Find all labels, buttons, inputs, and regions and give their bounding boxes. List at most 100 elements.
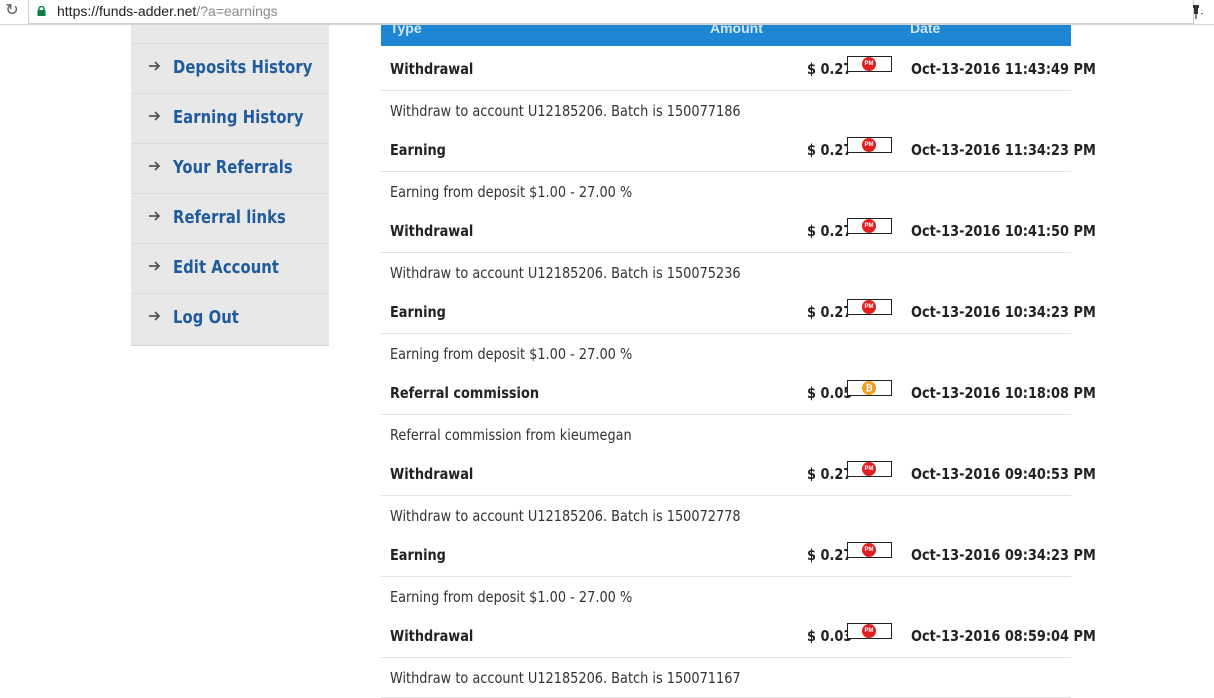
payment-method-code: PM: [864, 142, 874, 148]
transaction-amount: $ 0.27: [807, 60, 853, 78]
transaction-date: Oct-13-2016 10:41:50 PM: [911, 222, 1096, 240]
payment-method-badge: PM: [847, 137, 892, 153]
header-type: Type: [390, 25, 422, 36]
reload-icon[interactable]: ↻: [3, 2, 21, 20]
transaction-description: Earning from deposit $1.00 - 27.00 %: [390, 588, 633, 606]
transaction-row: Withdrawal $ 0.03 PM Oct-13-2016 08:59:04 P…: [381, 616, 1096, 658]
transaction-date: Oct-13-2016 09:40:53 PM: [911, 465, 1096, 483]
extension-pin-icon[interactable]: [1190, 4, 1206, 20]
browser-toolbar: ↻ https://funds-adder.net/?a=earnings: [0, 0, 1214, 25]
transaction-date: Oct-13-2016 09:34:23 PM: [911, 546, 1096, 564]
header-amount: Amount: [710, 25, 763, 36]
transaction-date: Oct-13-2016 11:43:49 PM: [911, 60, 1096, 78]
sidebar-item-deposits-history[interactable]: Deposits History: [131, 43, 329, 93]
transaction-amount: $ 0.27: [807, 141, 853, 159]
transaction-amount: $ 0.27: [807, 465, 853, 483]
payment-method-badge: PM: [847, 542, 892, 558]
perfect-money-icon: PM: [862, 57, 876, 71]
payment-method-badge: PM: [847, 56, 892, 72]
transaction-amount: $ 0.27: [807, 546, 853, 564]
payment-method-code: PM: [864, 304, 874, 310]
payment-method-code: PM: [864, 466, 874, 472]
transaction-row: Withdrawal $ 0.27 PM Oct-13-2016 10:41:50 P…: [381, 211, 1096, 253]
perfect-money-icon: PM: [862, 543, 876, 557]
payment-method-badge: PM: [847, 299, 892, 315]
transaction-description: Withdraw to account U12185206. Batch is …: [390, 102, 741, 120]
transaction-date: Oct-13-2016 10:18:08 PM: [911, 384, 1096, 402]
sidebar-item-label: Earning History: [173, 107, 304, 128]
transaction-amount: $ 0.27: [807, 222, 853, 240]
sidebar-item-earning-history[interactable]: Earning History: [131, 93, 329, 143]
sidebar-item-label: Edit Account: [173, 257, 280, 278]
arrow-right-icon: [147, 108, 163, 124]
sidebar-item-label: Your Referrals: [173, 157, 293, 178]
perfect-money-icon: PM: [862, 624, 876, 638]
arrow-right-icon: [147, 158, 163, 174]
url-text: https://funds-adder.net/?a=earnings: [57, 3, 278, 19]
payment-method-badge: PM: [847, 461, 892, 477]
transaction-description: Withdraw to account U12185206. Batch is …: [390, 669, 741, 687]
arrow-right-icon: [147, 58, 163, 74]
transaction-type: Withdrawal: [390, 627, 474, 645]
perfect-money-icon: PM: [862, 138, 876, 152]
transaction-type: Withdrawal: [390, 222, 474, 240]
transaction-row: Referral commission $ 0.05 ₿ Oct-13-2016 10…: [381, 373, 1096, 415]
arrow-right-icon: [147, 208, 163, 224]
transaction-description: Referral commission from kieumegan: [390, 426, 632, 444]
transaction-date: Oct-13-2016 10:34:23 PM: [911, 303, 1096, 321]
transaction-type: Withdrawal: [390, 465, 474, 483]
transaction-description: Earning from deposit $1.00 - 27.00 %: [390, 345, 633, 363]
perfect-money-icon: PM: [862, 300, 876, 314]
transaction-amount: $ 0.03: [807, 627, 853, 645]
transaction-description: Withdraw to account U12185206. Batch is …: [390, 507, 741, 525]
sidebar-item-referral-links[interactable]: Referral links: [131, 193, 329, 243]
payment-method-badge: PM: [847, 623, 892, 639]
sidebar-item-edit-account[interactable]: Edit Account: [131, 243, 329, 293]
transaction-description-row: Earning from deposit $1.00 - 27.00 %: [381, 577, 1071, 617]
transaction-description-row: Earning from deposit $1.00 - 27.00 %: [381, 334, 1071, 374]
transaction-type: Earning: [390, 546, 446, 564]
transaction-date: Oct-13-2016 08:59:04 PM: [911, 627, 1096, 645]
payment-method-badge: PM: [847, 218, 892, 234]
lock-icon: [37, 6, 46, 16]
address-bar[interactable]: https://funds-adder.net/?a=earnings: [28, 0, 1194, 24]
transaction-description-row: Earning from deposit $1.00 - 27.00 %: [381, 172, 1071, 212]
transaction-amount: $ 0.05: [807, 384, 853, 402]
sidebar-item-label: Referral links: [173, 207, 286, 228]
arrow-right-icon: [147, 258, 163, 274]
url-host: https://funds-adder.net: [57, 3, 197, 19]
transaction-amount: $ 0.27: [807, 303, 853, 321]
arrow-right-icon: [147, 308, 163, 324]
transaction-type: Referral commission: [390, 384, 540, 402]
transaction-description-row: Withdraw to account U12185206. Batch is …: [381, 91, 1071, 131]
transactions-table-header: Type Amount Date: [381, 25, 1071, 46]
transaction-row: Earning $ 0.27 PM Oct-13-2016 10:34:23 PM: [381, 292, 1096, 334]
sidebar-item-log-out[interactable]: Log Out: [131, 293, 329, 343]
payment-method-code: PM: [864, 628, 874, 634]
sidebar-item-your-referrals[interactable]: Your Referrals: [131, 143, 329, 193]
payment-method-code: PM: [864, 61, 874, 67]
transaction-date: Oct-13-2016 11:34:23 PM: [911, 141, 1096, 159]
transaction-type: Withdrawal: [390, 60, 474, 78]
url-path: /?a=earnings: [196, 3, 278, 19]
transaction-description-row: Withdraw to account U12185206. Batch is …: [381, 496, 1071, 536]
account-sidebar: Deposits History Earning History Your Refe…: [131, 25, 329, 346]
transaction-description-row: Withdraw to account U12185206. Batch is …: [381, 658, 1071, 698]
perfect-money-icon: PM: [862, 219, 876, 233]
bitcoin-icon: ₿: [862, 381, 876, 395]
payment-method-code: PM: [864, 223, 874, 229]
transaction-description-row: Referral commission from kieumegan: [381, 415, 1071, 455]
transaction-description: Earning from deposit $1.00 - 27.00 %: [390, 183, 633, 201]
transaction-description: Withdraw to account U12185206. Batch is …: [390, 264, 741, 282]
transaction-row: Withdrawal $ 0.27 PM Oct-13-2016 11:43:49 P…: [381, 49, 1096, 91]
transaction-type: Earning: [390, 141, 446, 159]
header-date: Date: [910, 25, 941, 36]
transaction-row: Withdrawal $ 0.27 PM Oct-13-2016 09:40:53 P…: [381, 454, 1096, 496]
payment-method-code: PM: [864, 547, 874, 553]
transaction-description-row: Withdraw to account U12185206. Batch is …: [381, 253, 1071, 293]
transaction-row: Earning $ 0.27 PM Oct-13-2016 11:34:23 PM: [381, 130, 1096, 172]
sidebar-item-label: Log Out: [173, 307, 239, 328]
payment-method-badge: ₿: [847, 380, 892, 396]
transaction-row: Earning $ 0.27 PM Oct-13-2016 09:34:23 PM: [381, 535, 1096, 577]
transaction-type: Earning: [390, 303, 446, 321]
